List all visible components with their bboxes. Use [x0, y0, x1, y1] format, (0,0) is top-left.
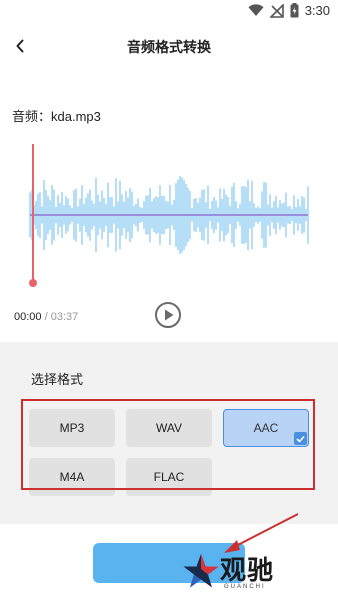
watermark-logo: 观驰 GUANCHI	[182, 548, 306, 598]
star-logo-icon	[183, 554, 219, 588]
watermark-brand: 观驰	[220, 555, 275, 585]
watermark-sub: GUANCHI	[224, 584, 266, 590]
annotation-arrow	[224, 513, 299, 553]
